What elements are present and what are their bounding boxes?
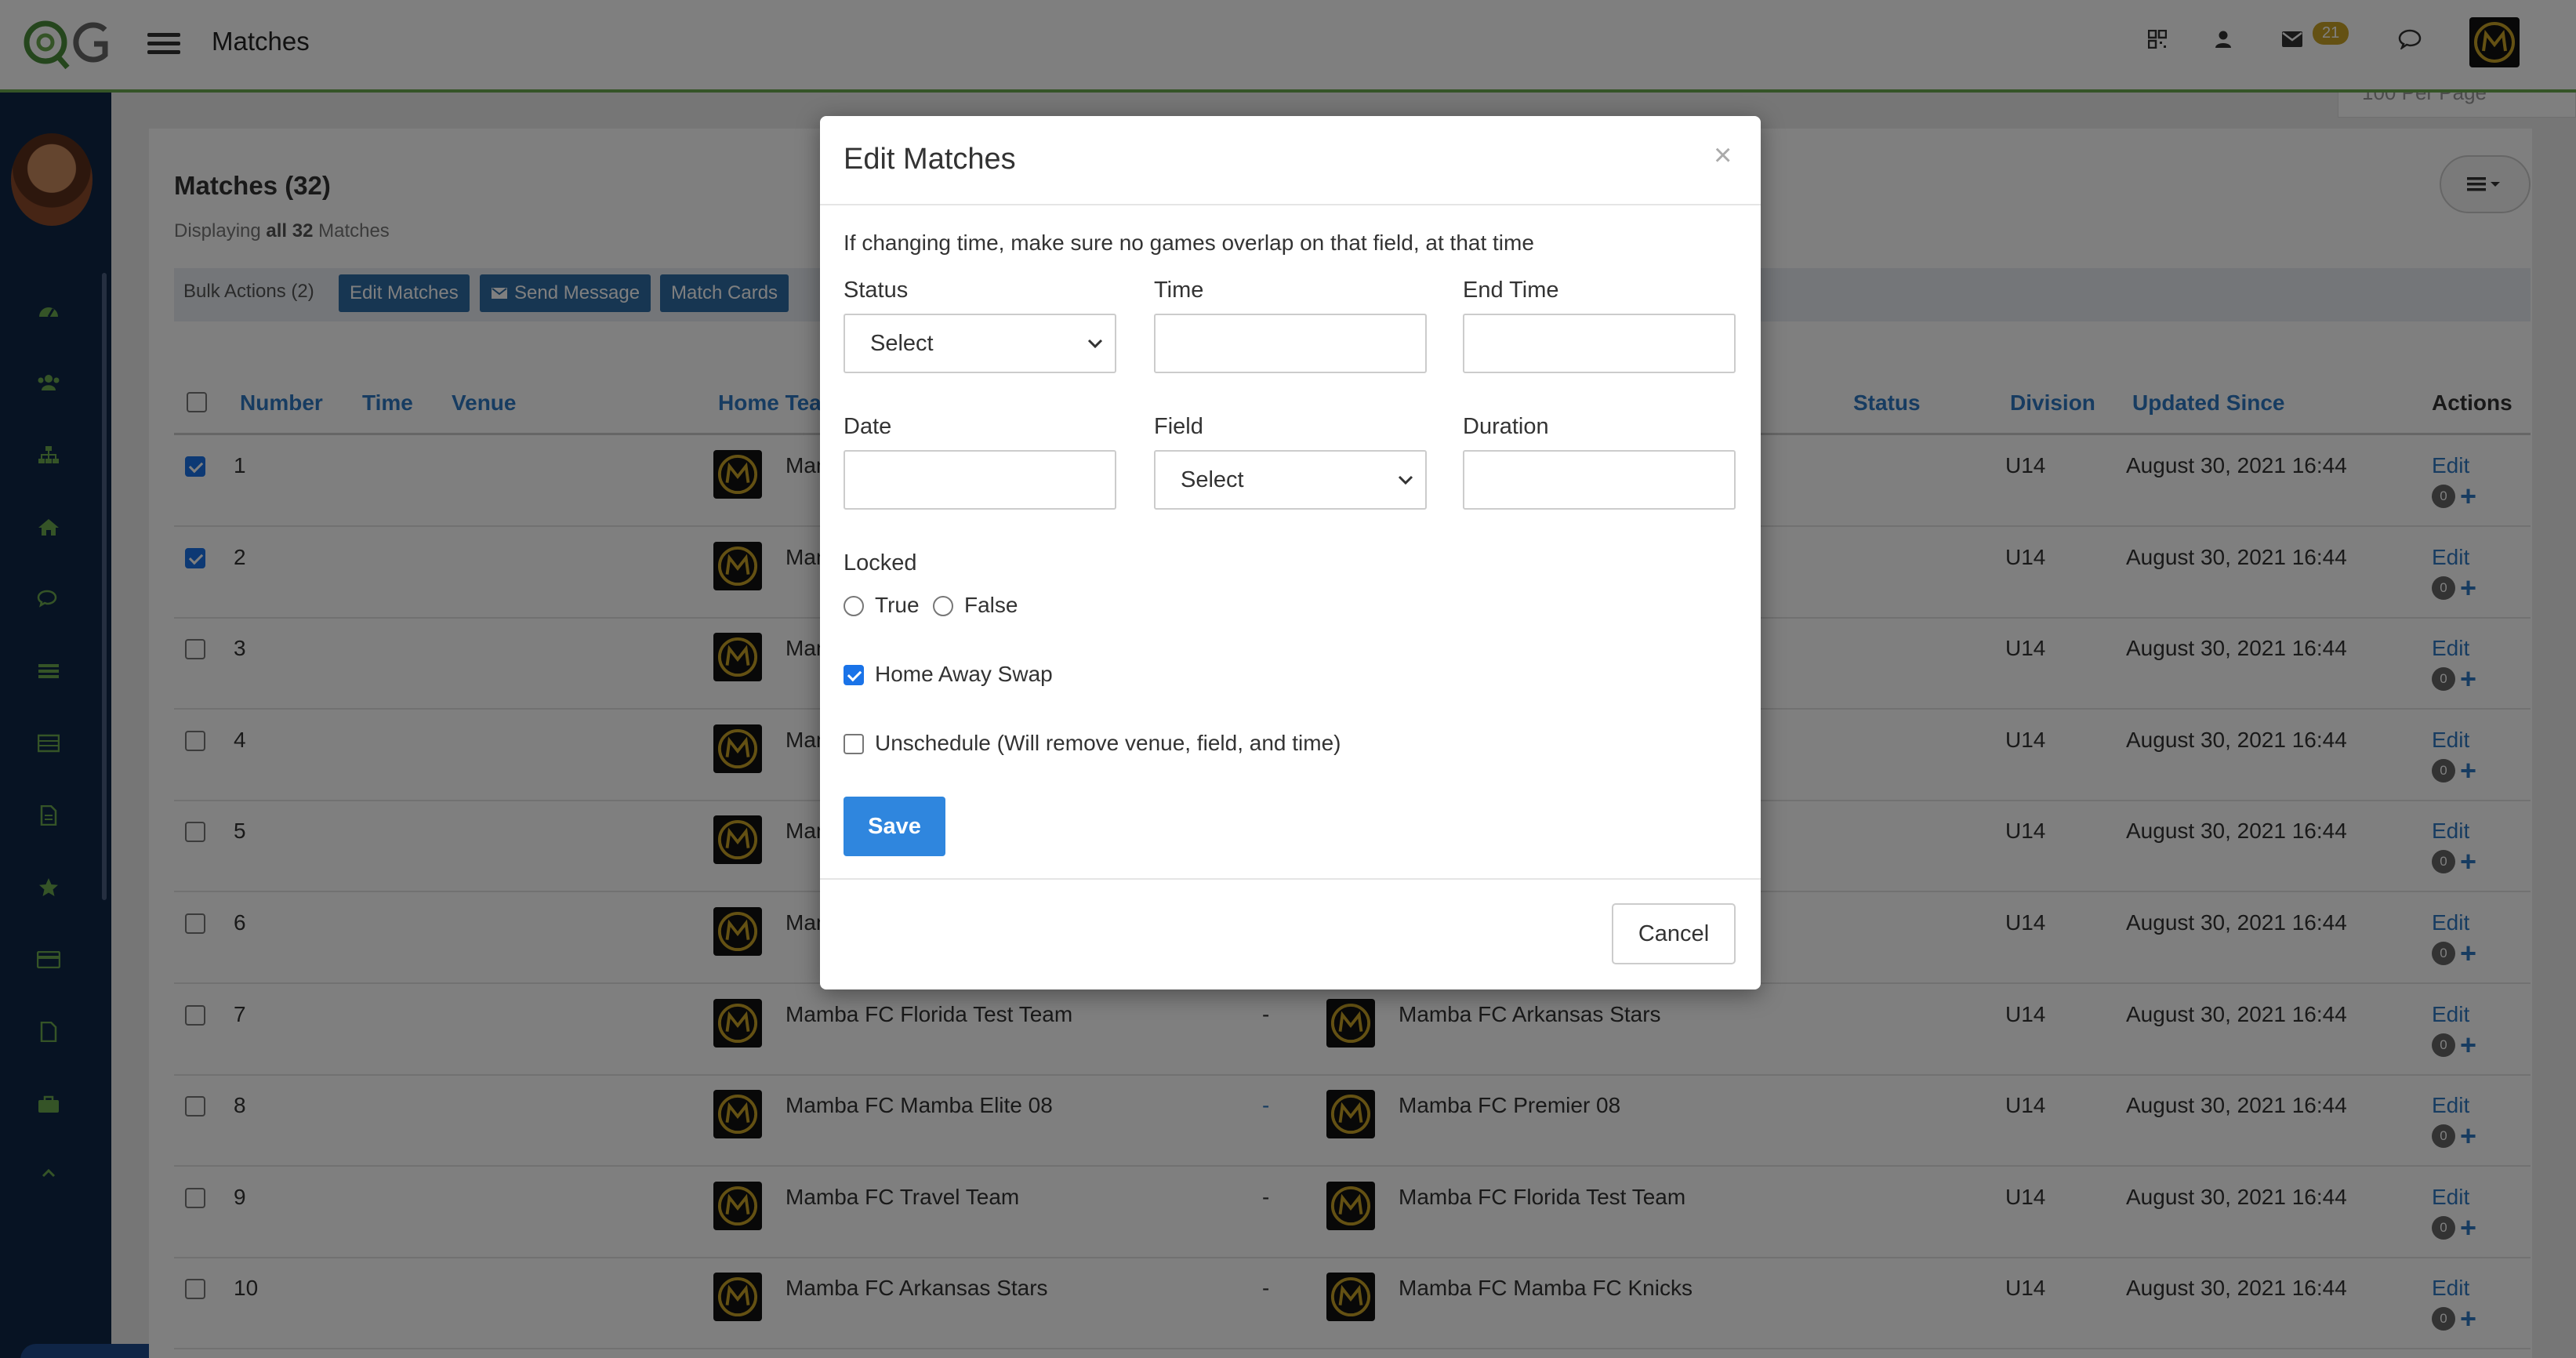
field-label: Field [1154, 414, 1203, 439]
overlap-warning: If changing time, make sure no games ove… [844, 231, 1534, 255]
home-away-swap-checkbox[interactable] [844, 665, 864, 685]
locked-label: Locked [844, 550, 917, 576]
edit-matches-modal: Edit Matches × If changing time, make su… [820, 116, 1761, 989]
locked-true-label: True [875, 593, 920, 617]
field-select[interactable]: Select [1154, 450, 1427, 510]
duration-input[interactable] [1463, 450, 1736, 510]
cancel-button[interactable]: Cancel [1612, 903, 1736, 964]
save-button[interactable]: Save [844, 797, 945, 856]
chevron-down-icon [1398, 475, 1413, 485]
chevron-down-icon [1087, 339, 1103, 349]
time-label: Time [1154, 278, 1204, 303]
locked-false-label: False [964, 593, 1018, 617]
status-label: Status [844, 278, 909, 303]
locked-true-radio[interactable] [844, 596, 864, 616]
locked-false-radio[interactable] [933, 596, 953, 616]
status-select[interactable]: Select [844, 314, 1116, 373]
modal-footer-divider [820, 878, 1761, 880]
modal-title: Edit Matches [844, 143, 1016, 176]
duration-label: Duration [1463, 414, 1549, 439]
unschedule-label: Unschedule (Will remove venue, field, an… [875, 731, 1341, 755]
end-time-label: End Time [1463, 278, 1559, 303]
app: Matches 21 [0, 0, 2576, 1358]
end-time-input[interactable] [1463, 314, 1736, 373]
date-label: Date [844, 414, 892, 439]
time-input[interactable] [1154, 314, 1427, 373]
home-away-swap-label: Home Away Swap [875, 662, 1053, 686]
date-input[interactable] [844, 450, 1116, 510]
unschedule-checkbox[interactable] [844, 734, 864, 754]
close-icon[interactable]: × [1714, 138, 1732, 173]
modal-header-divider [820, 204, 1761, 205]
